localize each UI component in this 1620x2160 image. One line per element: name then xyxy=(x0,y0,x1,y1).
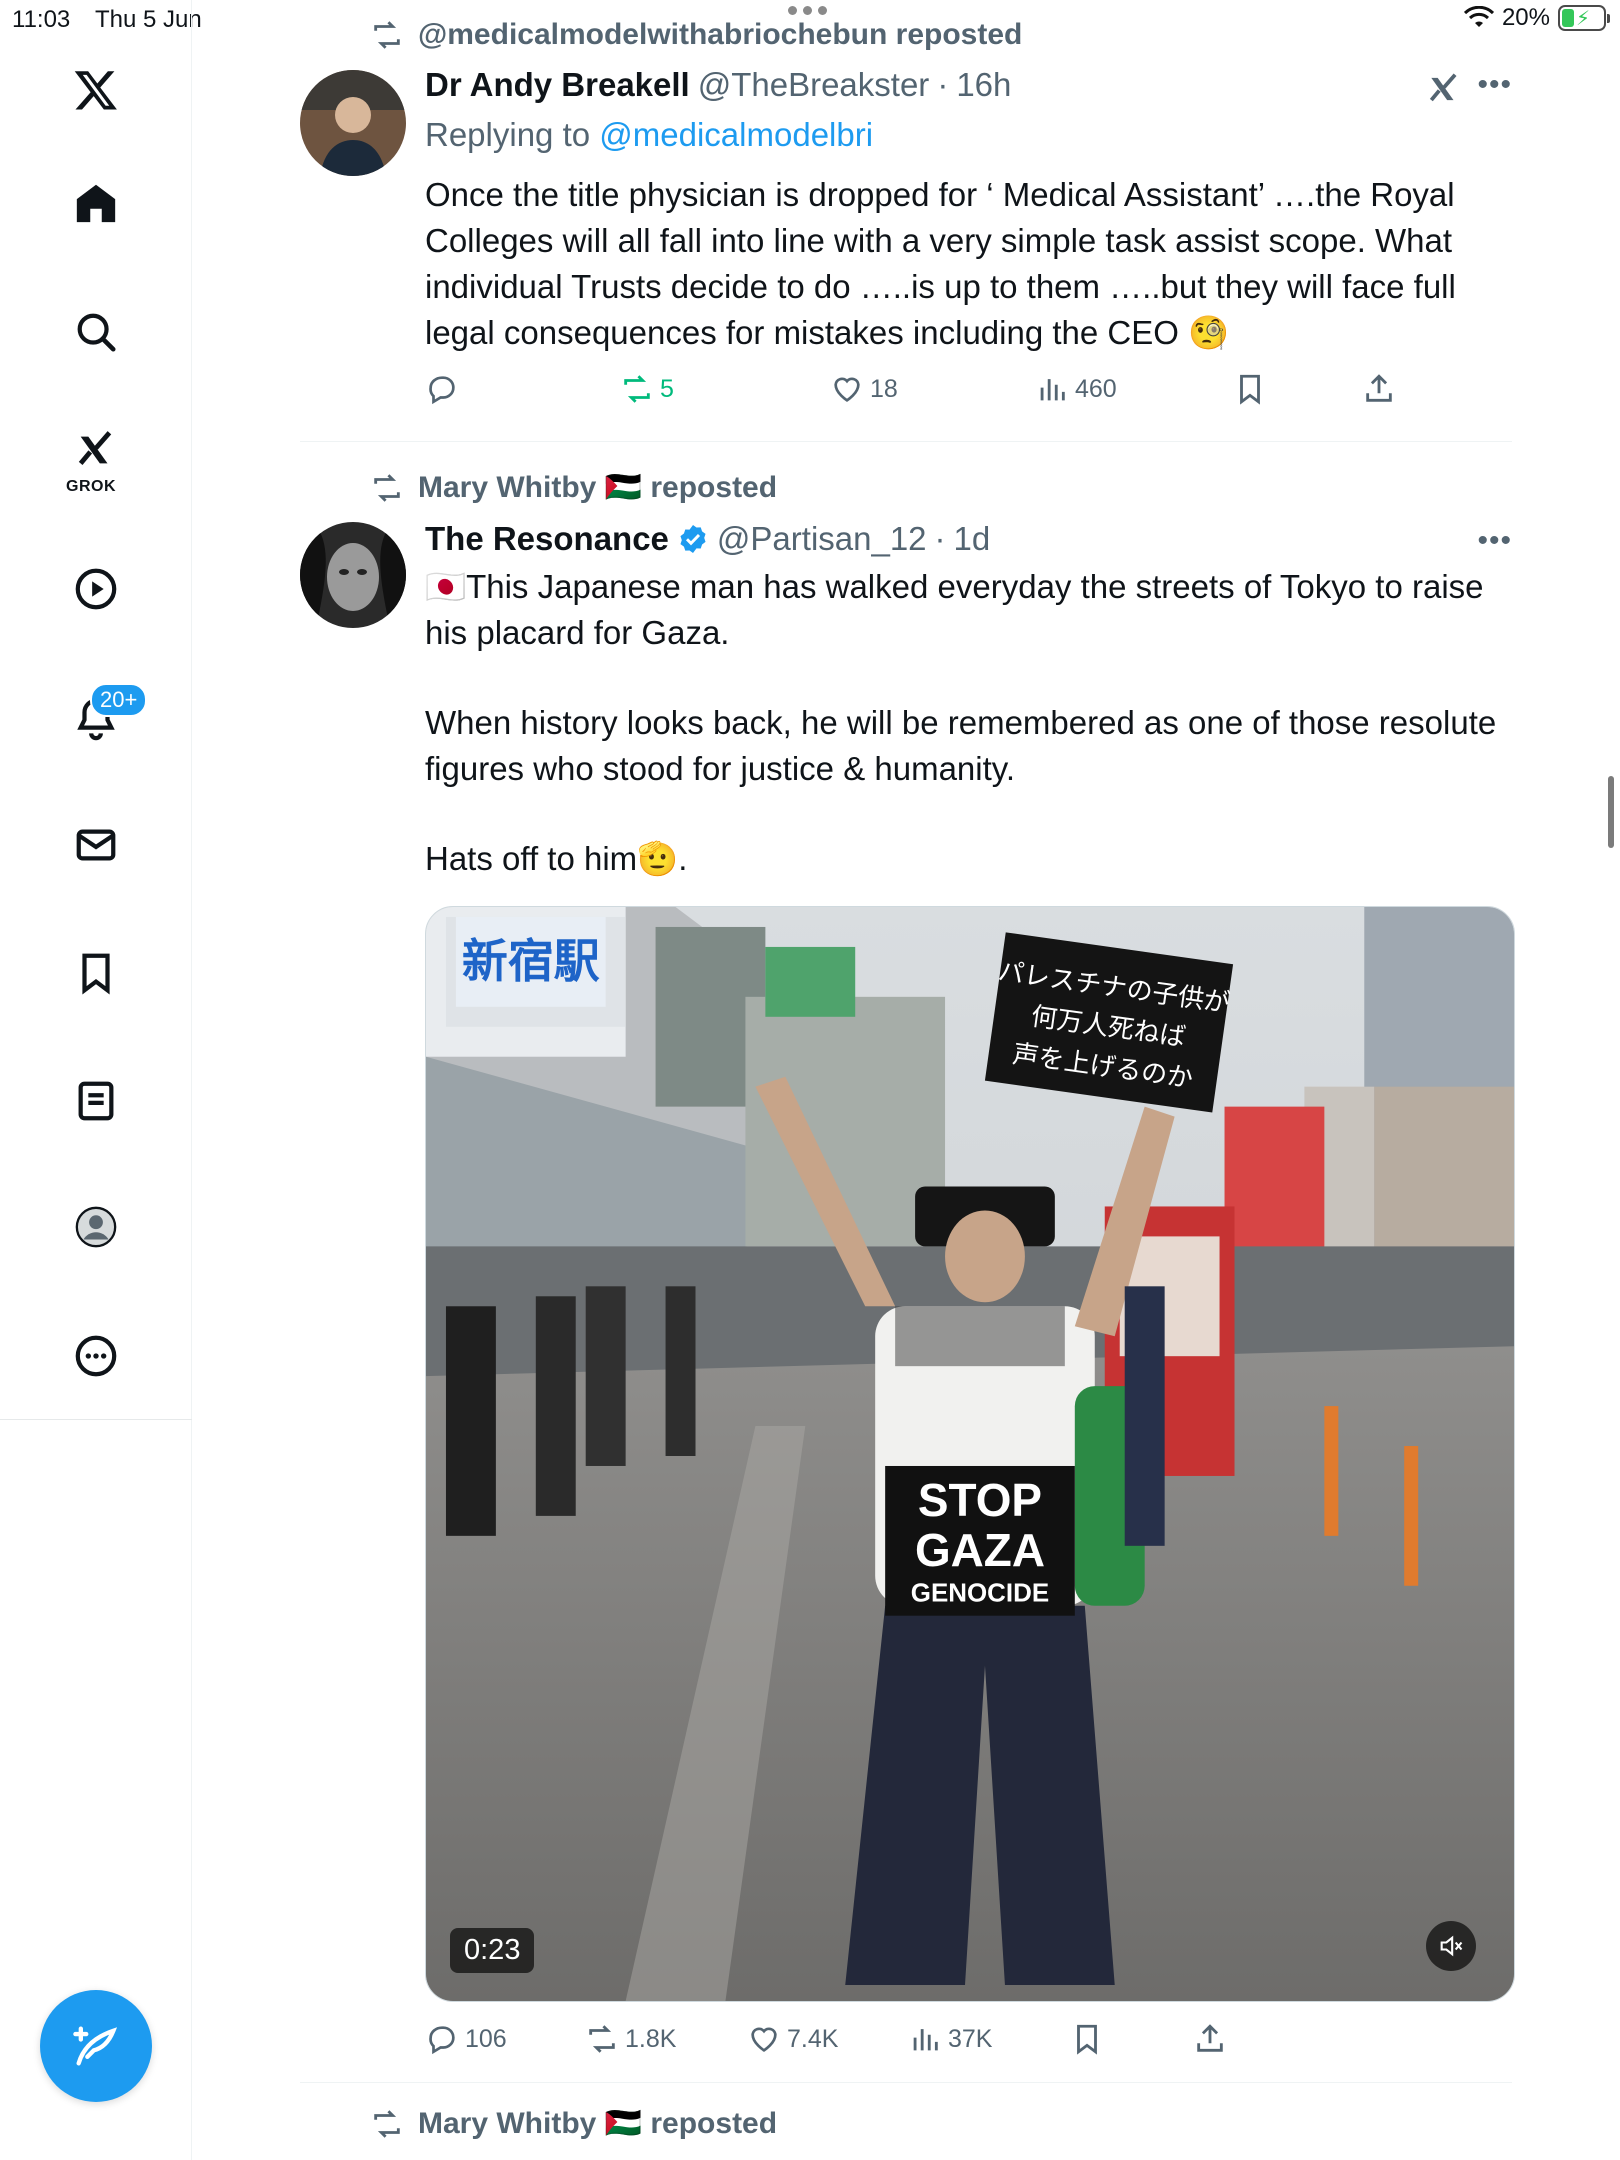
like-count: 7.4K xyxy=(787,2024,839,2053)
grok-icon[interactable] xyxy=(1425,70,1463,108)
profile-icon[interactable] xyxy=(56,1187,136,1267)
svg-text:GAZA: GAZA xyxy=(915,1524,1045,1576)
views-count: 37K xyxy=(948,2024,993,2053)
bookmarks-icon[interactable] xyxy=(56,933,136,1013)
tweet-header: The Resonance @Partisan_12 · 1d xyxy=(425,520,990,558)
like-count: 18 xyxy=(870,374,898,403)
repost-button[interactable]: 5 xyxy=(620,372,674,406)
replying-to: Replying to @medicalmodelbri xyxy=(425,116,873,154)
views-count: 460 xyxy=(1075,374,1117,403)
repost-icon xyxy=(374,473,400,502)
tweet-paragraph: Once the title physician is dropped for … xyxy=(425,176,1456,351)
replying-to-label: Replying to xyxy=(425,116,591,153)
repost-indicator: @medicalmodelwithabriochebun reposted xyxy=(370,18,1022,52)
user-handle[interactable]: @Partisan_12 xyxy=(717,520,927,558)
tweet[interactable]: @medicalmodelwithabriochebun reposted Dr… xyxy=(300,0,1512,440)
avatar[interactable] xyxy=(300,522,406,628)
search-icon[interactable] xyxy=(56,292,136,372)
views-button[interactable]: 460 xyxy=(1035,372,1117,406)
like-button[interactable]: 7.4K xyxy=(747,2022,838,2056)
compose-icon xyxy=(73,2026,118,2066)
views-icon xyxy=(1040,379,1065,401)
repost-button[interactable]: 1.8K xyxy=(585,2022,676,2056)
lists-icon[interactable] xyxy=(56,1061,136,1141)
messages-icon[interactable] xyxy=(56,805,136,885)
home-icon[interactable] xyxy=(56,163,136,243)
avatar[interactable] xyxy=(300,70,406,176)
display-name[interactable]: Dr Andy Breakell xyxy=(425,66,690,104)
volume-muted-icon xyxy=(1440,1935,1463,1957)
dot-separator: · xyxy=(937,66,949,103)
tweet-actions: 5 18 460 xyxy=(425,372,1505,418)
tweet-text: Once the title physician is dropped for … xyxy=(425,172,1510,356)
compose-button[interactable] xyxy=(40,1990,152,2102)
grok-label: GROK xyxy=(66,478,116,495)
scrollbar-thumb[interactable] xyxy=(1608,776,1614,848)
repost-count: 5 xyxy=(660,374,674,403)
more-options-icon[interactable]: ••• xyxy=(1477,524,1512,558)
reply-icon xyxy=(429,2026,455,2055)
reply-button[interactable] xyxy=(425,372,465,406)
verified-badge-icon xyxy=(680,525,706,553)
repost-by: Mary Whitby 🇵🇸 reposted xyxy=(418,471,778,504)
repost-icon xyxy=(374,2109,400,2138)
views-icon xyxy=(913,2029,938,2051)
tweet-actions: 106 1.8K 7.4K 37K xyxy=(425,2022,1505,2068)
tweet-paragraph: Hats off to him🫡. xyxy=(425,840,688,877)
mute-button[interactable] xyxy=(1426,1921,1476,1971)
sidebar: GROK 20+ xyxy=(0,0,192,2160)
tweet-paragraph: When history looks back, he will be reme… xyxy=(425,704,1497,787)
repost-icon xyxy=(374,21,400,49)
tweet-header: Dr Andy Breakell @TheBreakster · 16h xyxy=(425,66,1011,104)
tweet-text: 🇯🇵This Japanese man has walked everyday … xyxy=(425,564,1510,882)
sidebar-divider xyxy=(0,1419,192,1420)
bookmark-icon xyxy=(1240,374,1260,405)
tweet[interactable]: Mary Whitby 🇵🇸 reposted xyxy=(300,2083,1512,2160)
replying-to-handle[interactable]: @medicalmodelbri xyxy=(599,116,873,153)
repost-icon xyxy=(624,375,650,403)
like-button[interactable]: 18 xyxy=(830,372,898,406)
svg-text:STOP: STOP xyxy=(918,1474,1042,1526)
user-handle[interactable]: @TheBreakster xyxy=(698,66,930,104)
notification-badge: 20+ xyxy=(90,683,148,717)
repost-indicator: Mary Whitby 🇵🇸 reposted xyxy=(370,2106,777,2141)
repost-by: @medicalmodelwithabriochebun reposted xyxy=(418,18,1023,51)
timestamp[interactable]: 1d xyxy=(954,520,991,558)
video-icon[interactable] xyxy=(56,549,136,629)
bookmark-button[interactable] xyxy=(1233,372,1267,406)
heart-icon xyxy=(834,377,860,402)
timeline: @medicalmodelwithabriochebun reposted Dr… xyxy=(193,0,1620,2160)
more-options-icon[interactable]: ••• xyxy=(1477,68,1512,102)
tweet-paragraph: 🇯🇵This Japanese man has walked everyday … xyxy=(425,568,1484,651)
video-player[interactable]: STOP GAZA GENOCIDE パレスチナの子供が 何万人死ねば 声を上げ… xyxy=(425,906,1515,2002)
more-icon[interactable] xyxy=(56,1316,136,1396)
share-button[interactable] xyxy=(1362,372,1396,406)
display-name[interactable]: The Resonance xyxy=(425,520,669,558)
share-icon xyxy=(1366,374,1392,402)
bookmark-icon xyxy=(1077,2024,1097,2055)
repost-by: Mary Whitby 🇵🇸 reposted xyxy=(418,2107,778,2140)
dot-separator: · xyxy=(934,520,946,557)
video-duration: 0:23 xyxy=(450,1928,535,1973)
svg-text:GENOCIDE: GENOCIDE xyxy=(911,1580,1049,1608)
bookmark-button[interactable] xyxy=(1070,2022,1104,2056)
svg-text:新宿駅: 新宿駅 xyxy=(462,934,600,988)
reply-count: 106 xyxy=(465,2024,507,2053)
timestamp[interactable]: 16h xyxy=(956,66,1011,104)
x-logo-icon[interactable] xyxy=(56,50,136,130)
reply-button[interactable]: 106 xyxy=(425,2022,507,2056)
repost-indicator: Mary Whitby 🇵🇸 reposted xyxy=(370,470,777,505)
share-icon xyxy=(1197,2024,1223,2052)
views-button[interactable]: 37K xyxy=(908,2022,992,2056)
heart-icon xyxy=(751,2027,777,2052)
reply-icon xyxy=(429,376,455,405)
repost-icon xyxy=(589,2025,615,2053)
video-frame: STOP GAZA GENOCIDE パレスチナの子供が 何万人死ねば 声を上げ… xyxy=(426,907,1514,2001)
share-button[interactable] xyxy=(1193,2022,1227,2056)
repost-count: 1.8K xyxy=(625,2024,677,2053)
